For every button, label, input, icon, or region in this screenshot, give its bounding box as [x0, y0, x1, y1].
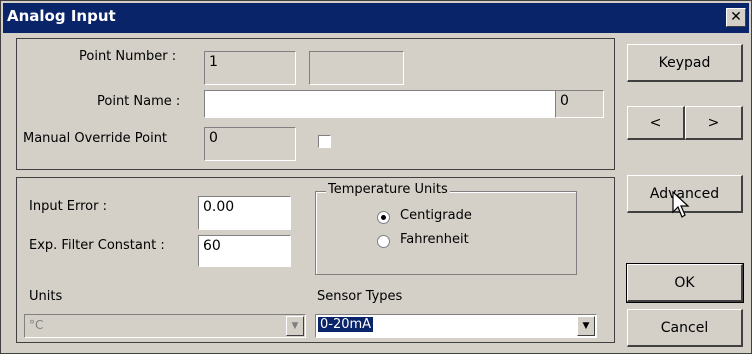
chevron-down-icon: ▼ [286, 316, 304, 336]
filter-constant-label: Exp. Filter Constant : [29, 238, 165, 253]
cancel-button[interactable]: Cancel [627, 309, 743, 347]
keypad-button[interactable]: Keypad [627, 44, 743, 82]
manual-override-checkbox[interactable] [318, 135, 331, 148]
next-button[interactable]: > [685, 106, 743, 140]
close-icon: ✕ [730, 9, 742, 25]
analog-input-dialog: Analog Input ✕ Point Number : 1 Point Na… [0, 0, 752, 354]
point-info-group: Point Number : 1 Point Name : 0 Manual O… [16, 38, 615, 170]
sensor-types-label: Sensor Types [317, 289, 403, 304]
fahrenheit-radio[interactable] [377, 235, 390, 248]
units-select: °C ▼ [24, 314, 306, 338]
temperature-units-fieldset: Temperature Units Centigrade Fahrenheit [315, 182, 577, 275]
chevron-down-icon[interactable]: ▼ [577, 316, 595, 336]
sensor-types-value: 0-20mA [318, 317, 374, 332]
temperature-units-legend: Temperature Units [326, 182, 450, 197]
input-error-input[interactable]: 0.00 [198, 196, 291, 230]
manual-override-field[interactable]: 0 [204, 127, 296, 161]
point-number-extra-field [309, 51, 404, 85]
prev-button[interactable]: < [627, 106, 685, 140]
ok-button[interactable]: OK [627, 264, 743, 302]
point-name-label: Point Name : [97, 94, 181, 109]
point-name-length-field: 0 [555, 90, 604, 118]
title-bar: Analog Input ✕ [3, 3, 749, 33]
centigrade-label[interactable]: Centigrade [400, 208, 472, 223]
fahrenheit-label[interactable]: Fahrenheit [400, 232, 469, 247]
mouse-cursor-icon [672, 191, 690, 218]
units-value: °C [29, 318, 44, 332]
point-name-input[interactable] [204, 90, 556, 118]
point-number-field[interactable]: 1 [204, 51, 296, 85]
close-button[interactable]: ✕ [726, 8, 746, 27]
point-number-label: Point Number : [79, 49, 177, 64]
filter-constant-input[interactable]: 60 [198, 235, 291, 267]
input-error-label: Input Error : [29, 199, 107, 214]
units-label: Units [29, 289, 63, 304]
manual-override-label: Manual Override Point [23, 131, 168, 146]
settings-group: Input Error : 0.00 Exp. Filter Constant … [16, 177, 615, 343]
centigrade-radio[interactable] [377, 211, 390, 224]
window-title: Analog Input [7, 7, 116, 25]
sensor-types-select[interactable]: 0-20mA ▼ [315, 314, 597, 338]
